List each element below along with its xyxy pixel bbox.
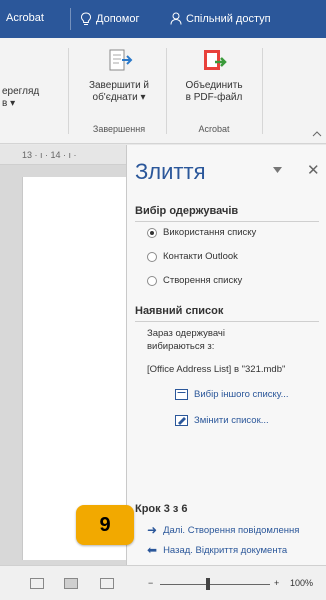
list-source: [Office Address List] в "321.mdb" bbox=[147, 364, 286, 375]
radio-use-list[interactable]: Використання списку bbox=[147, 227, 256, 238]
person-icon bbox=[170, 12, 182, 25]
ribbon: ерегляд в ▾ Завершити й об'єднати ▾ Заве… bbox=[0, 38, 326, 144]
status-bar: − + 100% bbox=[0, 565, 326, 600]
ribbon-separator bbox=[262, 48, 263, 134]
lightbulb-icon bbox=[80, 12, 92, 25]
tab-help[interactable]: Допомог bbox=[80, 12, 139, 26]
share-button[interactable]: Спільний доступ bbox=[170, 12, 271, 25]
preview-results-button[interactable]: ерегляд в ▾ bbox=[2, 86, 39, 110]
web-layout-icon[interactable] bbox=[100, 578, 114, 589]
previous-step-link[interactable]: ⬅ Назад. Відкриття документа bbox=[147, 543, 287, 557]
radio-button[interactable] bbox=[147, 251, 157, 262]
finish-group-label: Завершення bbox=[92, 124, 146, 134]
finish-merge-label-1: Завершити й bbox=[88, 80, 150, 91]
collapse-ribbon-icon[interactable] bbox=[312, 130, 322, 137]
select-other-list-link[interactable]: Вибір іншого списку... bbox=[175, 389, 289, 400]
tab-help-label: Допомог bbox=[96, 13, 140, 25]
existing-list-section-title: Наявний список bbox=[135, 305, 224, 317]
preview-results-sub: в ▾ bbox=[2, 98, 16, 109]
step-number-badge: 9 bbox=[76, 505, 134, 545]
step-indicator: Крок 3 з 6 bbox=[135, 503, 188, 515]
list-info-line-1: Зараз одержувачі bbox=[147, 328, 225, 339]
previous-step-label: Назад. Відкриття документа bbox=[163, 544, 288, 556]
radio-label: Контакти Outlook bbox=[163, 251, 238, 262]
horizontal-ruler: 13 · ı · 14 · ı · bbox=[0, 145, 126, 165]
edit-list-label: Змінити список... bbox=[194, 415, 269, 426]
merge-to-pdf-label-1: Объединить bbox=[185, 80, 243, 91]
zoom-slider[interactable] bbox=[160, 584, 270, 585]
acrobat-group-label: Acrobat bbox=[198, 124, 230, 134]
zoom-in-button[interactable]: + bbox=[274, 578, 279, 588]
radio-label: Використання списку bbox=[163, 227, 257, 238]
next-step-label: Далі. Створення повідомлення bbox=[163, 524, 300, 536]
edit-list-icon bbox=[175, 415, 188, 426]
edit-list-link[interactable]: Змінити список... bbox=[175, 415, 269, 426]
pane-title: Злиття bbox=[135, 159, 206, 184]
recipients-section-title: Вибір одержувачів bbox=[135, 205, 239, 217]
merge-to-pdf-label-2: в PDF-файл bbox=[185, 92, 243, 103]
arrow-right-icon: ➜ bbox=[147, 523, 158, 537]
finish-merge-icon bbox=[109, 49, 133, 71]
zoom-slider-thumb[interactable] bbox=[206, 578, 210, 590]
next-step-link[interactable]: ➜ Далі. Створення повідомлення bbox=[147, 523, 299, 537]
list-icon bbox=[175, 389, 188, 400]
pane-options-dropdown[interactable] bbox=[273, 165, 282, 176]
ribbon-separator bbox=[68, 48, 69, 134]
section-divider bbox=[135, 221, 319, 222]
merge-to-pdf-button[interactable]: Объединить в PDF-файл bbox=[168, 48, 260, 104]
radio-button[interactable] bbox=[147, 227, 157, 238]
zoom-out-button[interactable]: − bbox=[148, 578, 153, 588]
print-layout-icon[interactable] bbox=[64, 578, 78, 589]
finish-merge-button[interactable]: Завершити й об'єднати ▾ bbox=[74, 48, 164, 104]
tab-acrobat-label: Acrobat bbox=[6, 12, 44, 24]
arrow-left-icon: ⬅ bbox=[147, 543, 158, 557]
document-page[interactable] bbox=[22, 177, 126, 560]
preview-results-label: ерегляд bbox=[2, 86, 40, 97]
zoom-level[interactable]: 100% bbox=[290, 578, 313, 588]
radio-create-list[interactable]: Створення списку bbox=[147, 275, 242, 286]
ribbon-tab-bar: Acrobat Допомог Спільний доступ bbox=[0, 0, 326, 38]
tab-separator bbox=[70, 8, 71, 30]
tab-acrobat[interactable]: Acrobat bbox=[6, 12, 44, 24]
read-mode-icon[interactable] bbox=[30, 578, 44, 589]
ribbon-separator bbox=[166, 48, 167, 134]
pdf-merge-icon bbox=[204, 50, 227, 70]
radio-button[interactable] bbox=[147, 275, 157, 286]
section-divider bbox=[135, 321, 319, 322]
mail-merge-pane: Злиття ✕ Вибір одержувачів Використання … bbox=[126, 145, 326, 565]
select-other-list-label: Вибір іншого списку... bbox=[194, 389, 289, 400]
list-info-line-2: вибираються з: bbox=[147, 341, 215, 352]
close-icon[interactable]: ✕ bbox=[307, 161, 320, 179]
share-button-label: Спільний доступ bbox=[186, 12, 271, 25]
ruler-marks: 13 · ı · 14 · ı · bbox=[22, 150, 77, 160]
radio-label: Створення списку bbox=[163, 275, 243, 286]
chevron-down-icon bbox=[273, 167, 282, 173]
radio-outlook-contacts[interactable]: Контакти Outlook bbox=[147, 251, 238, 262]
finish-merge-label-2: об'єднати ▾ bbox=[92, 92, 146, 103]
